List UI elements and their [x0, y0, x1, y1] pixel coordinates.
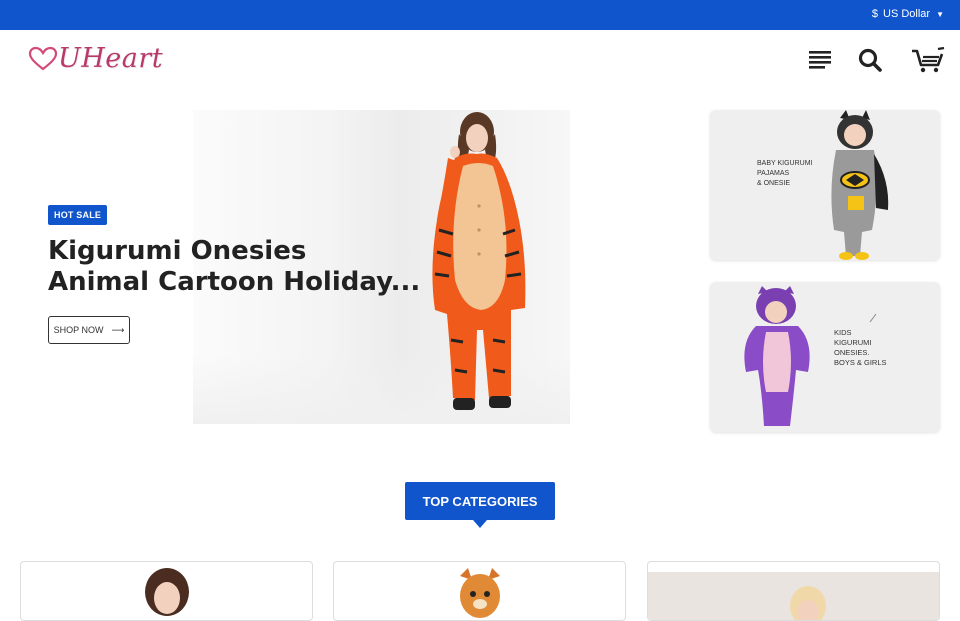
logo-text: UHeart [58, 43, 164, 74]
arrow-right-icon: ⟶ [111, 324, 125, 335]
cart-icon[interactable] [910, 46, 946, 74]
hero-title-line2: Animal Cartoon Holiday... [48, 267, 421, 297]
hot-sale-badge: HOT SALE [48, 205, 108, 225]
top-categories-heading: TOP CATEGORIES [405, 482, 555, 528]
currency-selector[interactable]: $ US Dollar ▼ [872, 8, 944, 20]
category-card[interactable] [647, 561, 940, 621]
site-header: UHeart [0, 30, 960, 92]
hero-banner: HOT SALE Kigurumi Onesies Animal Cartoon… [20, 110, 690, 430]
shop-now-button[interactable]: SHOP NOW ⟶ [48, 316, 130, 344]
heart-logo-icon [28, 46, 58, 70]
search-icon[interactable] [856, 46, 884, 74]
hero-title: Kigurumi Onesies Animal Cartoon Holiday.… [48, 236, 448, 298]
currency-symbol: $ [871, 8, 878, 20]
category-card-image [145, 568, 189, 616]
top-bar: $ US Dollar ▼ [0, 0, 960, 30]
site-logo[interactable]: UHeart [28, 43, 163, 74]
category-card-image [648, 572, 939, 620]
menu-icon[interactable] [806, 46, 834, 74]
category-card[interactable] [333, 561, 626, 621]
currency-label: US Dollar [883, 8, 931, 20]
side-banner-baby-kigurumi[interactable]: BABY KIGURUMI PAJAMAS & ONESIE [710, 110, 940, 260]
chevron-down-icon: ▼ [936, 9, 944, 19]
category-card-image [460, 568, 500, 618]
kids-purple-onesie-image [744, 286, 877, 426]
baby-batman-onesie-image [831, 110, 889, 260]
shop-now-label: SHOP NOW [53, 325, 104, 335]
side-banner-kids-kigurumi[interactable]: KIDS KIGURUMI ONESIES. BOYS & GIRLS [710, 282, 940, 432]
hero-title-line1: Kigurumi Onesies [48, 236, 307, 266]
category-card[interactable] [20, 561, 313, 621]
